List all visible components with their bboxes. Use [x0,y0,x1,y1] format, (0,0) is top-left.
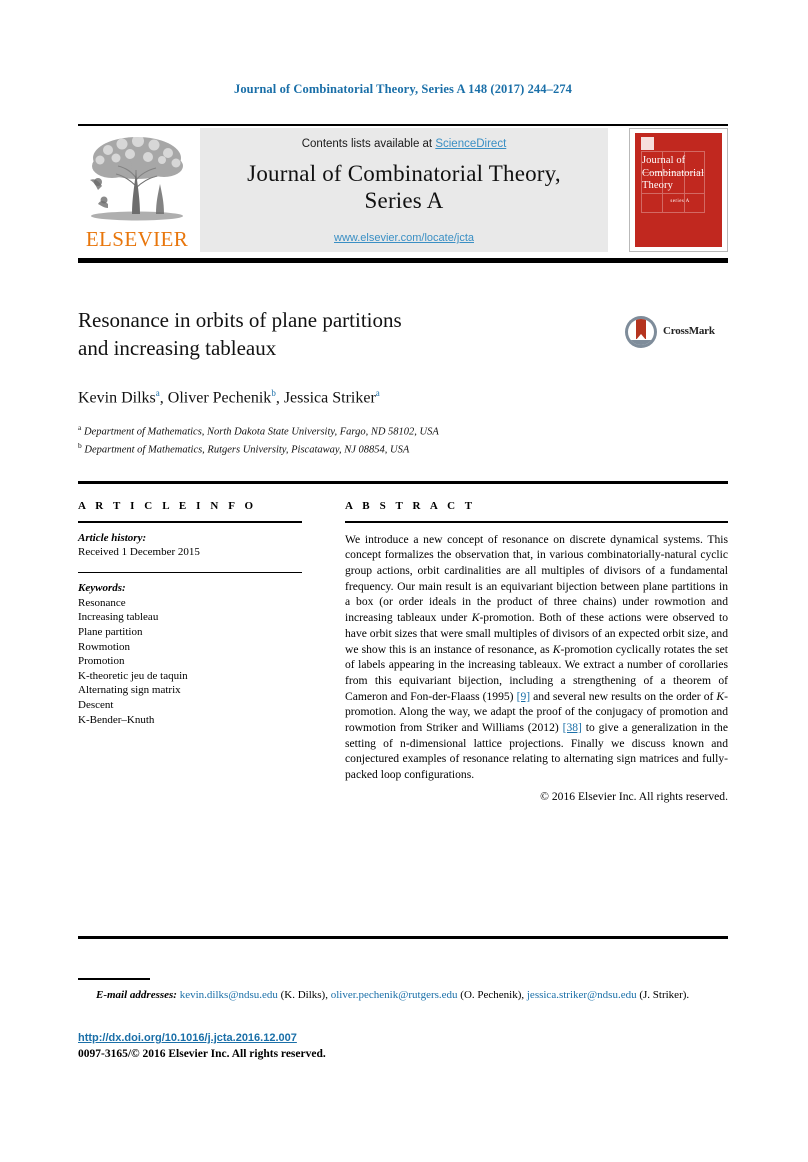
author-affiliation-marker: a [155,388,160,398]
footnote-rule [78,978,150,980]
contents-available-line: Contents lists available at ScienceDirec… [200,138,608,150]
keywords-label: Keywords: [78,582,126,595]
author-affiliation-marker: a [375,388,380,398]
doi-link[interactable]: http://dx.doi.org/10.1016/j.jcta.2016.12… [78,1032,297,1044]
masthead-bottom-rule [78,258,728,263]
cover-title-line-1: Journal of [642,155,686,166]
abstract-italic: K [716,689,725,703]
issn-copyright-line: 0097-3165/© 2016 Elsevier Inc. All right… [78,1048,326,1060]
keywords-block: Keywords: Resonance Increasing tableau P… [78,581,302,727]
article-info-heading: A R T I C L E I N F O [78,500,257,512]
author-name: Jessica Striker [283,389,376,407]
article-history-received: Received 1 December 2015 [78,546,200,559]
abstract-text: We introduce a new concept of resonance … [345,532,728,783]
keyword-item: Increasing tableau [78,611,159,624]
email-link[interactable]: oliver.pechenik@rutgers.edu [331,989,458,1001]
affiliation-list: a Department of Mathematics, North Dakot… [78,421,638,457]
author-name: Kevin Dilks [78,389,156,407]
affiliation-marker: a [78,423,82,432]
crossmark-base [628,340,654,345]
keyword-item: Promotion [78,655,125,668]
keyword-item: Descent [78,698,114,711]
paper-title-line-1: Resonance in orbits of plane partitions [78,308,402,332]
affiliation-item: a Department of Mathematics, North Dakot… [78,421,638,439]
affiliation-text: Department of Mathematics, Rutgers Unive… [84,444,410,456]
sciencedirect-link[interactable]: ScienceDirect [435,138,506,150]
crossmark-icon-inner [628,319,654,345]
keyword-item: Resonance [78,596,126,609]
journal-title-line-1: Journal of Combinatorial Theory, [247,161,561,186]
paper-page: Journal of Combinatorial Theory, Series … [0,0,808,1162]
masthead-center-panel: Contents lists available at ScienceDirec… [200,128,608,252]
author-list: Kevin Dilksa, Oliver Pechenikb, Jessica … [78,388,380,407]
cover-title-line-3: Theory [642,180,673,191]
keyword-item: K-theoretic jeu de taquin [78,669,188,682]
journal-title-line-2: Series A [364,188,444,213]
keyword-item: K-Bender–Knuth [78,713,155,726]
article-info-rule [78,521,302,523]
article-info-column: A R T I C L E I N F O Article history: R… [78,500,302,727]
masthead-top-rule [78,124,728,126]
article-history: Article history: Received 1 December 201… [78,531,302,560]
crossmark-label: CrossMark [663,325,715,337]
author-name: Oliver Pechenik [167,389,272,407]
article-history-label: Article history: [78,531,147,544]
abstract-copyright: © 2016 Elsevier Inc. All rights reserved… [540,789,728,803]
cover-elsevier-icon [641,137,654,150]
keyword-item: Rowmotion [78,640,130,653]
email-link[interactable]: kevin.dilks@ndsu.edu [180,989,278,1001]
keyword-item: Alternating sign matrix [78,684,181,697]
crossmark-icon [625,316,657,348]
journal-cover-image: Journal of Combinatorial Theory series A [635,133,722,247]
abstract-column: A B S T R A C T We introduce a new conce… [345,500,728,803]
page-title: Resonance in orbits of plane partitions … [78,306,578,362]
keyword-item: Plane partition [78,625,143,638]
affiliation-item: b Department of Mathematics, Rutgers Uni… [78,439,638,457]
elsevier-wordmark: ELSEVIER [85,227,189,251]
cover-series-label: series A [670,199,690,204]
email-person: (O. Pechenik) [460,989,522,1001]
journal-cover-thumbnail[interactable]: Journal of Combinatorial Theory series A [629,128,728,252]
abstract-heading: A B S T R A C T [345,500,476,512]
keywords-rule [78,571,302,574]
elsevier-tree-icon [82,130,192,222]
email-addresses: E-mail addresses: kevin.dilks@ndsu.edu (… [96,989,690,1001]
cover-title: Journal of Combinatorial Theory [642,155,718,193]
abstract-part: and several new results on the order of [530,689,717,703]
citation-link[interactable]: [38] [563,721,582,734]
author-affiliation-marker: b [271,388,276,398]
elsevier-logo: ELSEVIER [78,128,196,252]
citation-link[interactable]: [9] [517,690,531,703]
footer-rule [78,936,728,939]
journal-homepage-link[interactable]: www.elsevier.com/locate/jcta [200,232,608,244]
crossmark-badge[interactable]: CrossMark [625,316,729,348]
email-link[interactable]: jessica.striker@ndsu.edu [527,989,637,1001]
running-head: Journal of Combinatorial Theory, Series … [233,82,573,96]
journal-masthead: ELSEVIER Contents lists available at Sci… [78,128,728,252]
affiliation-text: Department of Mathematics, North Dakota … [83,426,439,438]
affiliation-bottom-rule [78,481,728,484]
email-person: (K. Dilks) [280,989,326,1001]
affiliation-marker: b [78,441,82,450]
cover-title-line-2: Combinatorial [642,167,704,179]
email-person: (J. Striker) [639,989,687,1001]
paper-title-line-2: and increasing tableaux [78,336,277,360]
email-addresses-label: E-mail addresses: [96,989,177,1001]
contents-prefix: Contents lists available at [301,138,436,150]
abstract-rule [345,521,728,523]
journal-title: Journal of Combinatorial Theory, Series … [210,160,598,214]
